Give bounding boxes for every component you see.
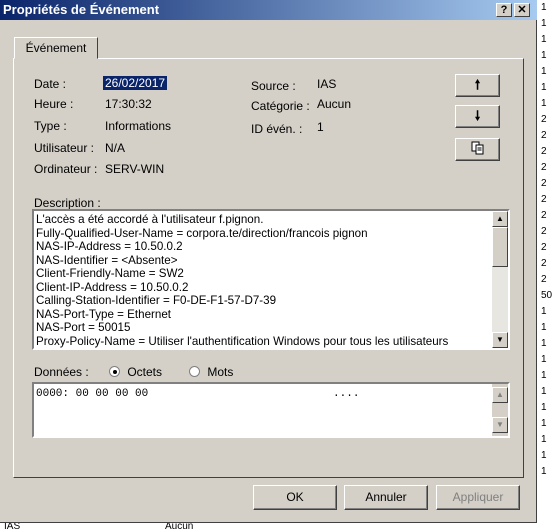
time-value: 17:30:32 <box>105 97 152 111</box>
event-id-value: 1 <box>317 120 324 134</box>
description-text: L'accès a été accordé à l'utilisateur f.… <box>34 211 508 348</box>
background-category: Aucun <box>165 522 194 531</box>
radio-octets-label: Octets <box>127 365 163 379</box>
window-title: Propriétés de Événement <box>3 2 160 17</box>
radio-octets-indicator[interactable] <box>109 366 120 377</box>
date-label: Date : <box>34 77 67 91</box>
cancel-label: Annuler <box>365 490 407 504</box>
down-arrow-icon: 🠗 <box>474 108 481 123</box>
background-list-item: 2 <box>541 226 547 237</box>
help-button[interactable]: ? <box>496 3 512 17</box>
description-label: Description : <box>34 196 101 210</box>
data-content: 0000: 00 00 00 00 .... <box>36 388 360 400</box>
background-list-item: 1 <box>541 386 547 397</box>
background-list-item: 1 <box>541 82 547 93</box>
scroll-thumb[interactable] <box>492 227 508 267</box>
background-list-item: 2 <box>541 146 547 157</box>
background-list-item: 1 <box>541 66 547 77</box>
background-list-item: 1 <box>541 18 547 29</box>
description-line: NAS-Identifier = <Absente> <box>36 253 178 267</box>
description-line: Client-Friendly-Name = SW2 <box>36 267 184 280</box>
computer-label: Ordinateur : <box>34 162 98 176</box>
background-list-item: 2 <box>541 178 547 189</box>
background-event-list: 1 1 1 1 1 1 1 2 2 2 2 2 2 2 2 2 2 2 50 1 1 1 1 1 1 1 1 1 1 1 <box>539 0 560 531</box>
background-list-item: 2 <box>541 210 547 221</box>
ok-button[interactable]: OK <box>253 485 337 510</box>
category-label: Catégorie : <box>251 99 310 113</box>
event-properties-dialog: Propriétés de Événement ? ✕ Événement Da… <box>0 0 537 523</box>
radio-mots-indicator[interactable] <box>189 366 200 377</box>
background-list-item: 2 <box>541 242 547 253</box>
description-line: L'accès a été accordé à l'utilisateur f.… <box>36 213 264 226</box>
radio-octets[interactable]: Octets <box>109 365 162 379</box>
background-list-item: 1 <box>541 418 547 429</box>
background-event-row: IAS Aucun <box>0 522 300 531</box>
description-scrollbar[interactable]: ▲ ▼ <box>492 211 508 348</box>
computer-value: SERV-WIN <box>105 162 165 176</box>
background-list-item: 2 <box>541 274 547 285</box>
user-label: Utilisateur : <box>34 141 95 155</box>
type-value: Informations <box>105 119 172 133</box>
background-list-item: 1 <box>541 98 547 109</box>
scroll-up-button[interactable]: ▲ <box>492 211 508 227</box>
background-list-item: 1 <box>541 354 547 365</box>
data-textbox[interactable]: 0000: 00 00 00 00 .... ▲ ▼ <box>32 382 510 438</box>
apply-label: Appliquer <box>452 490 504 504</box>
background-list-item: 2 <box>541 162 547 173</box>
description-line: Calling-Station-Identifier = F0-DE-F1-57… <box>36 294 277 307</box>
background-list-item: 1 <box>541 434 547 445</box>
background-list-item: 1 <box>541 306 547 317</box>
scroll-down-button[interactable]: ▼ <box>492 332 508 348</box>
background-list-item: 2 <box>541 194 547 205</box>
background-list-item: 50 <box>541 290 553 301</box>
apply-button[interactable]: Appliquer <box>436 485 520 510</box>
description-line: NAS-IP-Address = 10.50.0.2 <box>36 240 183 253</box>
copy-button[interactable] <box>455 138 500 161</box>
description-line: Client-IP-Address = 10.50.0.2 <box>36 280 189 294</box>
type-label: Type : <box>34 119 67 133</box>
source-label: Source : <box>251 79 296 93</box>
background-list-item: 1 <box>541 402 547 413</box>
description-line: NAS-Port = 50015 <box>36 321 131 334</box>
description-line: NAS-Port-Type = Ethernet <box>36 307 171 321</box>
background-list-item: 1 <box>541 34 547 45</box>
previous-event-button[interactable]: 🠕 <box>455 74 500 97</box>
description-line: Fully-Qualified-User-Name = corpora.te/d… <box>36 226 368 240</box>
event-id-label: ID évén. : <box>251 122 303 136</box>
background-list-item: 1 <box>541 50 547 61</box>
time-label: Heure : <box>34 97 74 111</box>
description-line: Proxy-Policy-Name = Utiliser l'authentif… <box>36 334 449 348</box>
radio-mots-label: Mots <box>207 365 234 379</box>
cancel-button[interactable]: Annuler <box>344 485 428 510</box>
up-arrow-icon: 🠕 <box>474 77 481 92</box>
copy-icon <box>471 141 483 155</box>
data-scrollbar[interactable]: ▲ ▼ <box>492 384 508 436</box>
ok-label: OK <box>286 490 304 504</box>
data-label: Données : <box>34 365 89 379</box>
data-scroll-down-button[interactable]: ▼ <box>492 417 508 433</box>
next-event-button[interactable]: 🠗 <box>455 105 500 128</box>
user-value: N/A <box>105 141 126 155</box>
close-button[interactable]: ✕ <box>514 3 530 17</box>
tab-evenement[interactable]: Événement <box>14 37 98 59</box>
title-bar: Propriétés de Événement <box>0 0 537 20</box>
tab-label: Événement <box>25 41 87 55</box>
background-list-item: 1 <box>541 370 547 381</box>
source-value: IAS <box>317 77 337 91</box>
radio-mots[interactable]: Mots <box>189 365 233 379</box>
background-source: IAS <box>4 522 21 531</box>
background-list-item: 2 <box>541 114 547 125</box>
background-list-item: 1 <box>541 338 547 349</box>
background-list-item: 1 <box>541 2 547 13</box>
description-textbox[interactable]: L'accès a été accordé à l'utilisateur f.… <box>32 209 510 350</box>
date-value[interactable]: 26/02/2017 <box>103 76 168 90</box>
background-list-item: 2 <box>541 258 547 269</box>
background-list-item: 1 <box>541 466 547 477</box>
background-list-item: 1 <box>541 450 547 461</box>
data-scroll-up-button[interactable]: ▲ <box>492 387 508 403</box>
category-value: Aucun <box>317 97 352 111</box>
event-panel: Date : 26/02/2017 Heure : 17:30:32 Type … <box>13 58 524 478</box>
background-list-item: 2 <box>541 130 547 141</box>
background-list-item: 1 <box>541 322 547 333</box>
